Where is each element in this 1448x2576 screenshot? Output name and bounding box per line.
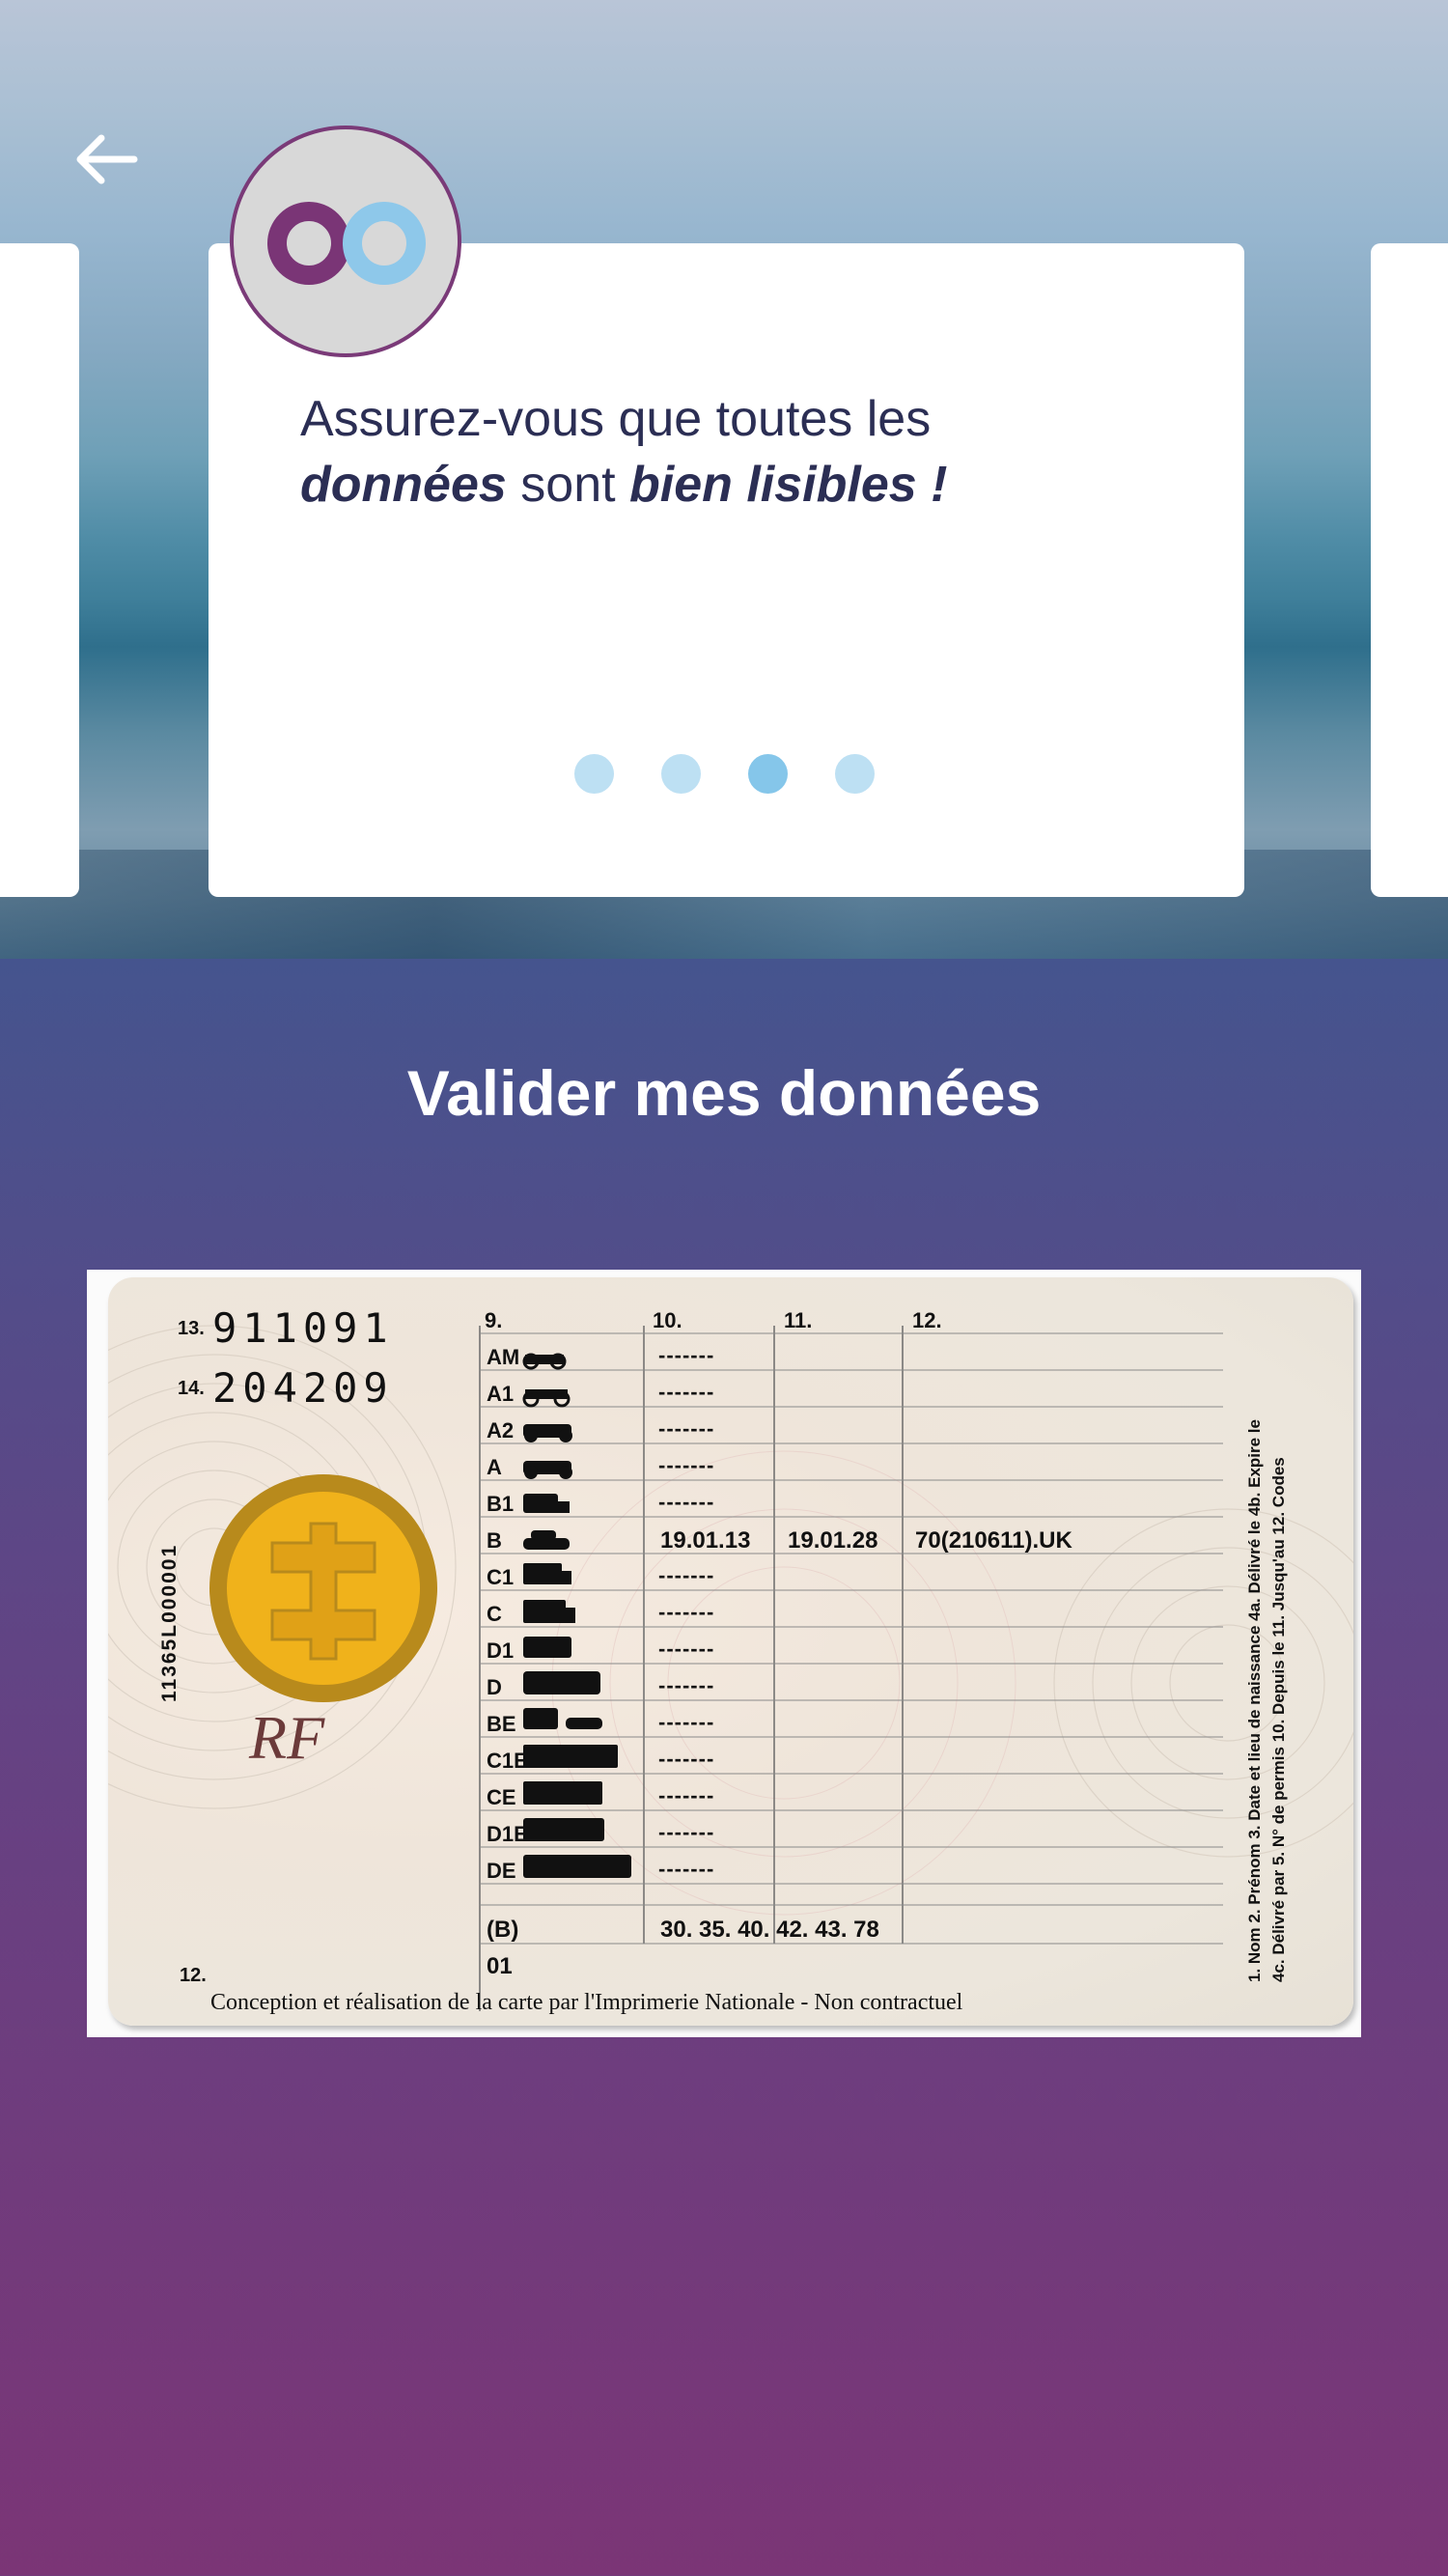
date-dashes: ------- [658,1857,715,1881]
date-dashes: ------- [658,1490,715,1514]
category-b-issued: 19.01.13 [660,1527,751,1554]
category-b-expiry: 19.01.28 [788,1527,878,1554]
field-12-label: 12. [180,1965,207,1986]
date-dashes: ------- [658,1563,715,1587]
category-label: D1 [487,1638,515,1663]
two-circles-logo-icon [267,202,426,285]
field-14-label: 14. [178,1378,205,1399]
category-label: CE [487,1785,516,1809]
category-label: BE [487,1712,516,1736]
pagination-dot-3[interactable] [748,754,788,794]
col-header-12: 12. [912,1308,942,1332]
col-header-9: 9. [485,1308,503,1332]
category-label: B [487,1528,502,1553]
carousel-pagination [574,754,875,794]
category-label: D1E [487,1822,528,1846]
license-card: 13. 911091 14. 204209 12. 11365L000001 R… [108,1277,1353,2026]
category-label: C1E [487,1749,528,1773]
category-label: B1 [487,1492,515,1516]
tip-text: Assurez-vous que toutes les données sont… [300,386,1169,518]
code-01: 01 [487,1953,513,1979]
carousel-card-next[interactable] [1371,243,1448,897]
logo-badge [230,126,461,357]
vehicle-pictograms [522,1353,631,1878]
date-dashes: ------- [658,1820,715,1844]
pagination-dot-2[interactable] [661,754,701,794]
category-label: A2 [487,1418,515,1442]
serial-number-vertical: 11365L000001 [158,1543,181,1702]
tip-line-1: Assurez-vous que toutes les [300,391,932,447]
field-13-value: 911091 [212,1304,394,1352]
extra-category: (B) [487,1917,519,1943]
category-label: C1 [487,1565,515,1589]
driving-license-image: 13. 911091 14. 204209 12. 11365L000001 R… [87,1270,1361,2037]
pagination-dot-1[interactable] [574,754,614,794]
date-dashes: ------- [658,1710,715,1734]
date-dashes: ------- [658,1747,715,1771]
field-13-label: 13. [178,1318,205,1339]
date-dashes: ------- [658,1783,715,1807]
date-dashes: ------- [658,1637,715,1661]
col-header-11: 11. [784,1308,813,1332]
date-dashes: ------- [658,1380,715,1404]
back-button[interactable] [68,126,145,193]
date-dashes: ------- [658,1416,715,1441]
category-b-codes: 70(210611).UK [915,1527,1072,1554]
tip-connector: sont [506,457,630,513]
extra-codes: 30. 35. 40. 42. 43. 78 [660,1917,879,1943]
category-label: C [487,1602,502,1626]
date-dashes: ------- [658,1600,715,1624]
license-footer: Conception et réalisation de la carte pa… [210,1990,963,2015]
date-dashes: ------- [658,1453,715,1477]
category-label: D [487,1675,502,1699]
date-dashes: ------- [658,1343,715,1367]
license-legend-line-2: 4c. Délivré par 5. N° de permis 10. Depu… [1269,1457,1288,1982]
field-14-value: 204209 [212,1364,394,1412]
license-legend-line-1: 1. Nom 2. Prénom 3. Date et lieu de nais… [1245,1419,1264,1982]
tip-emphasis-data: données [300,457,507,513]
carousel-card-previous[interactable] [0,243,79,897]
chip-graphic [209,1474,437,1702]
category-label: A1 [487,1382,515,1406]
page-title: Valider mes données [406,1057,1042,1129]
category-label: DE [487,1859,516,1883]
tip-line-2: données sont bien lisibles ! [300,452,1169,518]
category-label: AM [487,1345,520,1369]
date-dashes: ------- [658,1673,715,1697]
col-header-10: 10. [653,1308,682,1332]
category-label: A [487,1455,502,1479]
pagination-dot-4[interactable] [835,754,875,794]
arrow-left-icon [76,134,138,184]
rf-emblem: RF [249,1703,325,1772]
tip-emphasis-readable: bien lisibles ! [629,457,948,513]
